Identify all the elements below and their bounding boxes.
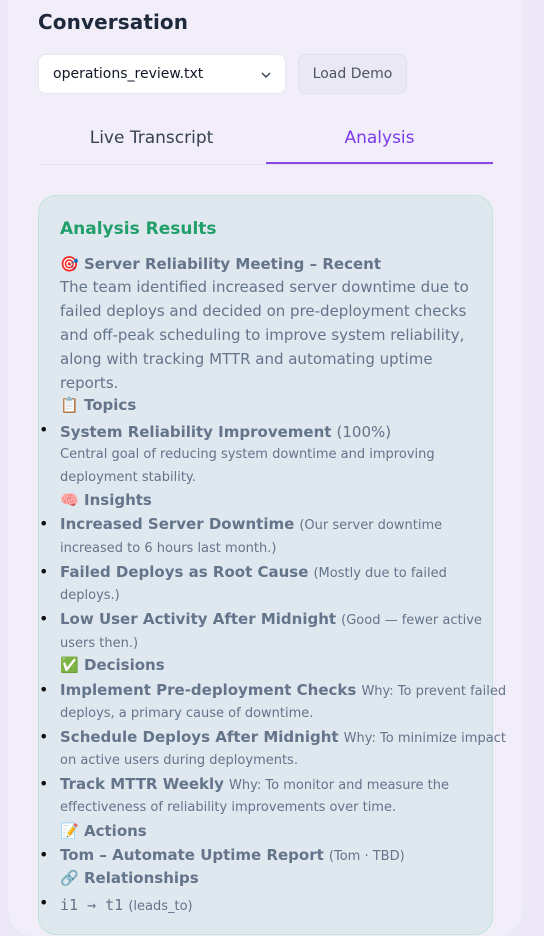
- insight-note: (Good — fewer active: [341, 613, 482, 628]
- clipboard-icon: 📋: [60, 396, 79, 414]
- link-icon: 🔗: [60, 869, 79, 887]
- decision-reason: effectiveness of reliability improvement…: [60, 800, 397, 815]
- target-icon: 🎯: [60, 255, 79, 273]
- meeting-summary-line: The team identified increased server dow…: [60, 278, 469, 296]
- decision-reason: Why: To prevent failed: [361, 684, 507, 699]
- insight-title: Increased Server Downtime: [60, 515, 295, 533]
- decision-reason: Why: To monitor and measure the: [229, 778, 449, 793]
- tab-live-transcript[interactable]: Live Transcript: [38, 114, 265, 162]
- decision-reason: Why: To minimize impact: [343, 731, 506, 746]
- insight-item: • Failed Deploys as Root Cause (Mostly du…: [39, 562, 447, 581]
- load-demo-button[interactable]: Load Demo: [298, 54, 407, 94]
- insight-note: (Mostly due to failed: [313, 566, 447, 581]
- file-select-value: operations_review.txt: [53, 66, 204, 82]
- topic-item: • System Reliability Improvement (100%): [39, 420, 392, 441]
- meeting-summary-line: and off-peak scheduling to improve syste…: [60, 326, 465, 344]
- tab-analysis[interactable]: Analysis: [266, 114, 493, 164]
- meeting-title: Server Reliability Meeting – Recent: [84, 255, 381, 273]
- check-icon: ✅: [60, 656, 79, 674]
- decision-reason: deploys, a primary cause of downtime.: [60, 706, 314, 721]
- insight-note: increased to 6 hours last month.): [60, 541, 277, 556]
- actions-heading: 📝 Actions: [60, 822, 147, 840]
- relationship-item: • i1 → t1 (leads_to): [39, 893, 193, 914]
- topics-label: Topics: [84, 396, 137, 414]
- relationship-expr: i1 → t1: [60, 896, 124, 914]
- meeting-summary-line: reports.: [60, 374, 119, 392]
- decisions-label: Decisions: [84, 656, 165, 674]
- decision-item: • Schedule Deploys After Midnight Why: To…: [39, 727, 506, 746]
- insight-note: users then.): [60, 636, 139, 651]
- topics-heading: 📋 Topics: [60, 396, 136, 414]
- action-meta: (Tom · TBD): [328, 849, 405, 864]
- chevron-down-icon: [261, 68, 271, 81]
- meeting-summary-line: failed deploys and decided on pre-deploy…: [60, 302, 467, 320]
- insight-note: (Our server downtime: [299, 518, 443, 533]
- insights-label: Insights: [84, 491, 152, 509]
- insights-heading: 🧠 Insights: [60, 491, 152, 509]
- tab-bar: Live Transcript Analysis: [38, 114, 493, 165]
- insight-item: • Low User Activity After Midnight (Good …: [39, 609, 482, 628]
- brain-icon: 🧠: [60, 491, 79, 509]
- decision-reason: on active users during deployments.: [60, 753, 298, 768]
- insight-item: • Increased Server Downtime (Our server d…: [39, 514, 443, 533]
- insight-title: Low User Activity After Midnight: [60, 610, 337, 628]
- decisions-heading: ✅ Decisions: [60, 656, 165, 674]
- topic-description: deployment stability.: [60, 470, 196, 485]
- memo-icon: 📝: [60, 822, 79, 840]
- analysis-results-title: Analysis Results: [60, 219, 217, 239]
- topic-percent: (100%): [336, 423, 392, 441]
- analysis-results-card: Analysis Results 🎯 Server Reliability Mee…: [38, 195, 506, 935]
- file-select[interactable]: operations_review.txt: [38, 54, 286, 94]
- decision-item: • Track MTTR Weekly Why: To monitor and m…: [39, 774, 449, 793]
- action-item: • Tom – Automate Uptime Report (Tom · TBD…: [39, 845, 405, 864]
- insight-note: deploys.): [60, 588, 120, 603]
- relationships-heading: 🔗 Relationships: [60, 869, 199, 887]
- relationships-label: Relationships: [84, 869, 199, 887]
- meeting-heading: 🎯 Server Reliability Meeting – Recent: [60, 255, 381, 273]
- decision-title: Implement Pre-deployment Checks: [60, 681, 357, 699]
- decision-item: • Implement Pre-deployment Checks Why: To…: [39, 680, 507, 699]
- section-title: Conversation: [38, 10, 189, 34]
- actions-label: Actions: [84, 822, 147, 840]
- relationship-type: (leads_to): [128, 899, 193, 914]
- decision-title: Track MTTR Weekly: [60, 775, 224, 793]
- topic-title: System Reliability Improvement: [60, 423, 332, 441]
- topic-description: Central goal of reducing system downtime…: [60, 447, 435, 462]
- action-title: Tom – Automate Uptime Report: [60, 846, 324, 864]
- insight-title: Failed Deploys as Root Cause: [60, 563, 309, 581]
- meeting-summary-line: along with tracking MTTR and automating …: [60, 350, 433, 368]
- decision-title: Schedule Deploys After Midnight: [60, 728, 339, 746]
